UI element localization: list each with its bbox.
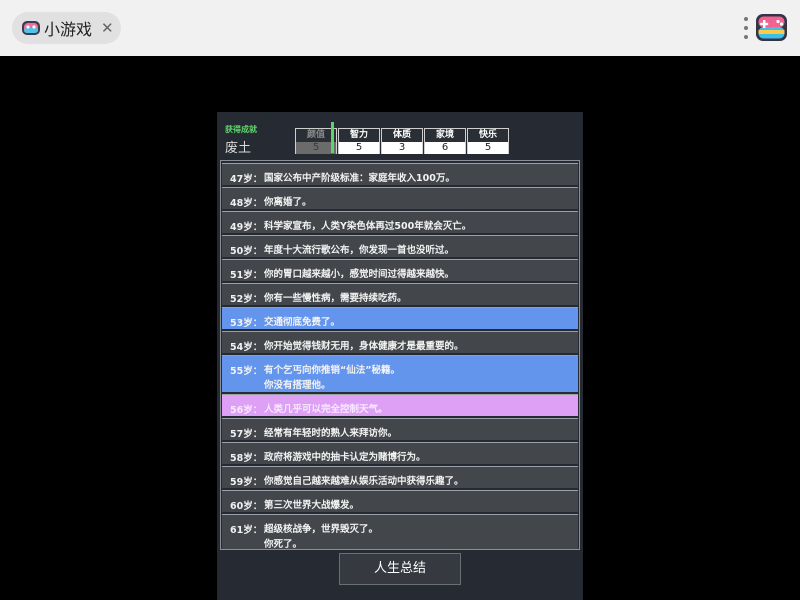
attribute-constitution: 体质 3	[381, 128, 423, 154]
attribute-value: 5	[339, 142, 379, 154]
entry-text: 你有一些慢性病，需要持续吃药。	[264, 293, 407, 304]
more-icon[interactable]	[742, 16, 750, 40]
log-entry: 57岁： 经常有年轻时的熟人来拜访你。	[222, 418, 578, 440]
entry-text: 你离婚了。	[264, 197, 312, 208]
log-entry: 49岁： 科学家宣布，人类Y染色体再过500年就会灭亡。	[222, 211, 578, 233]
entry-age: 49岁：	[230, 222, 263, 233]
entry-age: 48岁：	[230, 198, 263, 209]
close-icon[interactable]: ✕	[101, 20, 114, 36]
log-entry: 54岁： 你开始觉得钱财无用，身体健康才是最重要的。	[222, 331, 578, 353]
log-entry-rare: 56岁： 人类几乎可以完全控制天气。	[222, 394, 578, 416]
status-bar: 获得成就 废土 颜值 5 智力 5 体质 3 家境 6 快乐 5	[220, 122, 580, 156]
entry-text: 你的胃口越来越小，感觉时间过得越来越快。	[264, 269, 455, 280]
log-entry: 47岁： 国家公布中产阶级标准：家庭年收入100万。	[222, 163, 578, 185]
log-entry: 51岁： 你的胃口越来越小，感觉时间过得越来越快。	[222, 259, 578, 281]
log-entry: 50岁： 年度十大流行歌公布，你发现一首也没听过。	[222, 235, 578, 257]
entry-age: 47岁：	[230, 174, 263, 185]
log-entry: 48岁： 你离婚了。	[222, 187, 578, 209]
entry-age: 56岁：	[230, 405, 263, 416]
log-entry: 52岁： 你有一些慢性病，需要持续吃药。	[222, 283, 578, 305]
attribute-intelligence: 智力 5	[338, 128, 380, 154]
achievement-label: 获得成就	[225, 125, 257, 134]
attribute-name: 家境	[425, 129, 465, 142]
entry-age: 55岁：	[230, 366, 263, 377]
gamepad-icon	[22, 21, 40, 35]
entry-text: 国家公布中产阶级标准：家庭年收入100万。	[264, 173, 455, 184]
attribute-value: 6	[425, 142, 465, 154]
achievement-highlight-bar	[331, 122, 334, 153]
attribute-value: 5	[468, 142, 508, 154]
entry-age: 54岁：	[230, 342, 263, 353]
entry-text: 你开始觉得钱财无用，身体健康才是最重要的。	[264, 341, 464, 352]
entry-text: 年度十大流行歌公布，你发现一首也没听过。	[264, 245, 455, 256]
entry-text: 政府将游戏中的抽卡认定为赌博行为。	[264, 452, 426, 463]
attribute-value: 5	[296, 142, 336, 154]
entry-text: 超级核战争，世界毁灭了。 你死了。	[264, 524, 379, 550]
log-entry-highlighted: 55岁： 有个乞丐向你推销“仙法”秘籍。 你没有搭理他。	[222, 355, 578, 392]
entry-text: 经常有年轻时的熟人来拜访你。	[264, 428, 398, 439]
log-entry: 58岁： 政府将游戏中的抽卡认定为赌博行为。	[222, 442, 578, 464]
entry-text: 你感觉自己越来越难从娱乐活动中获得乐趣了。	[264, 476, 464, 487]
entry-age: 53岁：	[230, 318, 263, 329]
entry-text: 科学家宣布，人类Y染色体再过500年就会灭亡。	[264, 221, 472, 232]
attribute-value: 3	[382, 142, 422, 154]
log-entry-highlighted: 53岁： 交通彻底免费了。	[222, 307, 578, 329]
life-event-log[interactable]: 47岁： 国家公布中产阶级标准：家庭年收入100万。 48岁： 你离婚了。 49…	[220, 160, 580, 550]
entry-age: 61岁：	[230, 525, 263, 536]
gamepad-logo-icon[interactable]	[755, 11, 788, 44]
log-entry: 59岁： 你感觉自己越来越难从娱乐活动中获得乐趣了。	[222, 466, 578, 488]
log-entry: 61岁： 超级核战争，世界毁灭了。 你死了。	[222, 514, 578, 550]
game-panel: 获得成就 废土 颜值 5 智力 5 体质 3 家境 6 快乐 5 47岁： 国家…	[217, 112, 583, 600]
achievement-value: 废土	[225, 141, 252, 156]
entry-age: 50岁：	[230, 246, 263, 257]
entry-text: 第三次世界大战爆发。	[264, 500, 360, 511]
attribute-name: 颜值	[296, 129, 336, 142]
entry-text: 有个乞丐向你推销“仙法”秘籍。 你没有搭理他。	[264, 365, 400, 391]
attribute-name: 体质	[382, 129, 422, 142]
entry-age: 52岁：	[230, 294, 263, 305]
entry-age: 60岁：	[230, 501, 263, 512]
entry-age: 57岁：	[230, 429, 263, 440]
entry-age: 58岁：	[230, 453, 263, 464]
attribute-name: 快乐	[468, 129, 508, 142]
log-entry: 60岁： 第三次世界大战爆发。	[222, 490, 578, 512]
attribute-happiness: 快乐 5	[467, 128, 509, 154]
entry-age: 51岁：	[230, 270, 263, 281]
attribute-family: 家境 6	[424, 128, 466, 154]
attribute-name: 智力	[339, 129, 379, 142]
tab-mini-game[interactable]: 小游戏 ✕	[12, 12, 121, 44]
tab-title: 小游戏	[44, 20, 93, 39]
browser-top-bar: 小游戏 ✕	[0, 0, 800, 56]
life-summary-button[interactable]: 人生总结	[339, 553, 461, 585]
entry-text: 交通彻底免费了。	[264, 317, 341, 328]
entry-age: 59岁：	[230, 477, 263, 488]
entry-text: 人类几乎可以完全控制天气。	[264, 404, 388, 415]
